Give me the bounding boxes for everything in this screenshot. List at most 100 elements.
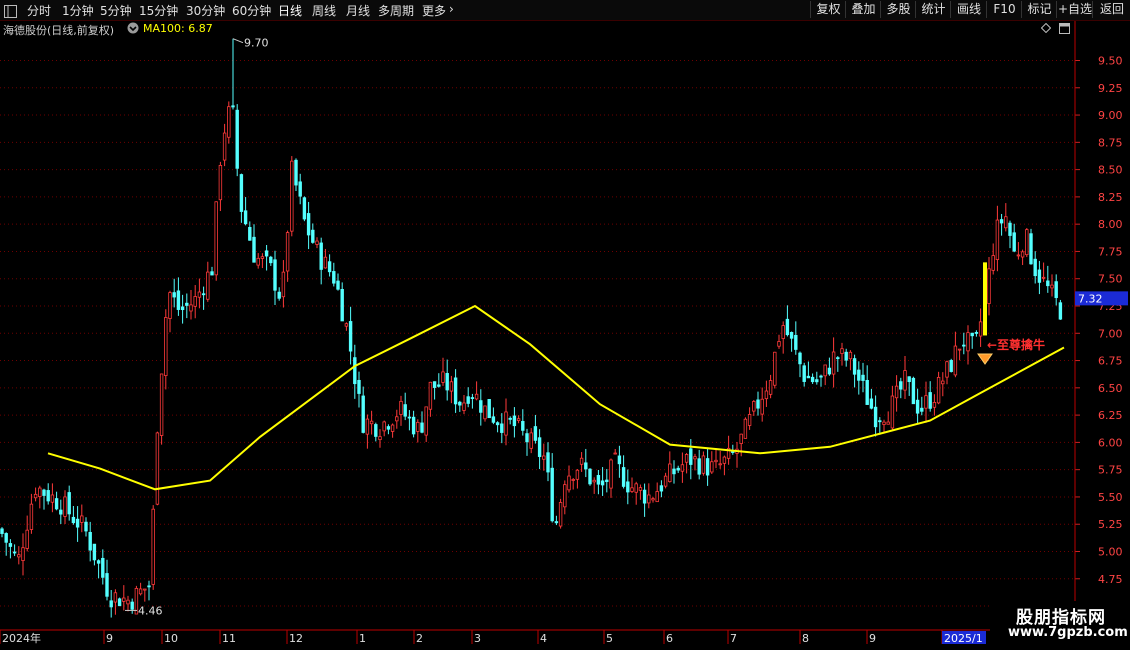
- candle-body: [256, 257, 260, 266]
- candle-body: [550, 467, 554, 522]
- candle-body: [109, 600, 113, 608]
- candle-body: [75, 518, 80, 528]
- candle-body: [768, 380, 773, 395]
- candle-body: [504, 411, 508, 436]
- candle-body: [571, 479, 575, 481]
- candle-body: [974, 332, 979, 334]
- candle-body: [672, 468, 676, 475]
- candle-body: [798, 352, 802, 365]
- candle-body: [647, 494, 651, 504]
- candle-body: [378, 436, 382, 441]
- candle-body: [563, 484, 567, 508]
- candle-body: [172, 292, 176, 298]
- candle-body: [59, 509, 63, 515]
- candle-body: [306, 213, 311, 236]
- candle-body: [554, 521, 559, 524]
- candle-body: [298, 181, 302, 197]
- candle-body: [17, 554, 21, 558]
- candle-body: [1046, 280, 1050, 287]
- candle-body: [567, 475, 571, 491]
- candle-body: [865, 379, 869, 405]
- candle-body: [42, 489, 46, 496]
- candle-body: [180, 306, 185, 311]
- candle-body: [474, 393, 479, 400]
- candle-body: [138, 588, 143, 595]
- candle-body: [760, 398, 764, 415]
- candle-body: [29, 503, 34, 530]
- candle-body: [806, 375, 811, 379]
- candle-body: [752, 401, 756, 412]
- candle-body: [668, 463, 672, 483]
- price-tick-label-0: 9.50: [1098, 55, 1123, 68]
- candle-body: [722, 456, 727, 464]
- candle-body: [340, 289, 344, 322]
- candle-body: [693, 456, 697, 460]
- candle-body: [445, 373, 449, 391]
- candle-body: [659, 485, 664, 492]
- high-price-label: 9.70: [244, 37, 269, 50]
- candle-body: [978, 321, 983, 337]
- candle-body: [941, 380, 945, 385]
- candle-body: [764, 390, 769, 400]
- candle-body: [861, 374, 865, 381]
- candle-body: [0, 528, 4, 534]
- candle-body: [252, 236, 256, 263]
- candle-body: [336, 280, 340, 290]
- price-tick-label-13: 6.25: [1098, 409, 1123, 422]
- candle-body: [382, 421, 386, 432]
- candle-body: [558, 502, 563, 527]
- candle-body: [533, 426, 538, 441]
- candle-body: [453, 377, 458, 405]
- candle-body: [1012, 232, 1016, 252]
- candle-body: [697, 458, 701, 475]
- candle-body: [827, 367, 832, 375]
- kline-chart[interactable]: 9.509.259.008.758.508.258.007.757.507.25…: [0, 0, 1130, 650]
- candle-body: [130, 601, 134, 610]
- candle-body: [516, 418, 521, 421]
- candle-body: [932, 402, 937, 408]
- candle-body: [101, 557, 105, 578]
- candle-body: [462, 402, 466, 411]
- candle-body: [50, 494, 55, 503]
- candle-body: [714, 459, 718, 463]
- candle-body: [189, 304, 193, 312]
- candle-body: [542, 455, 546, 460]
- candle-body: [739, 433, 743, 444]
- candle-body: [470, 397, 475, 399]
- candle-body: [596, 475, 601, 485]
- candle-body: [626, 481, 630, 493]
- price-tick-label-17: 5.25: [1098, 518, 1123, 531]
- candle-body: [995, 219, 1000, 260]
- candle-body: [848, 351, 853, 360]
- candle-body: [831, 351, 836, 375]
- candle-body: [638, 487, 643, 491]
- candle-body: [80, 515, 84, 523]
- candle-body: [92, 543, 97, 561]
- candle-body: [907, 376, 911, 383]
- price-tick-label-3: 8.75: [1098, 136, 1123, 149]
- candle-body: [840, 348, 844, 354]
- candle-body: [546, 452, 550, 473]
- candle-body: [441, 371, 445, 383]
- candle-body: [432, 381, 437, 388]
- candle-body: [999, 219, 1004, 224]
- candle-body: [420, 422, 424, 433]
- candle-body: [1033, 258, 1037, 277]
- candle-body: [243, 210, 248, 225]
- candle-body: [945, 361, 949, 378]
- candle-body: [399, 400, 403, 415]
- candle-body: [8, 543, 13, 547]
- candle-body: [214, 201, 218, 276]
- candle-body: [63, 496, 67, 517]
- candle-body: [84, 521, 88, 532]
- candle-body: [529, 432, 533, 449]
- signal-diamond-icon: [977, 353, 993, 365]
- candle-body: [269, 256, 273, 264]
- candle-body: [315, 240, 319, 245]
- candle-body: [176, 290, 181, 310]
- candle-body: [428, 381, 433, 410]
- candle-body: [458, 401, 462, 406]
- candle-body: [424, 406, 428, 436]
- candle-body: [164, 317, 168, 376]
- candle-body: [1020, 251, 1025, 258]
